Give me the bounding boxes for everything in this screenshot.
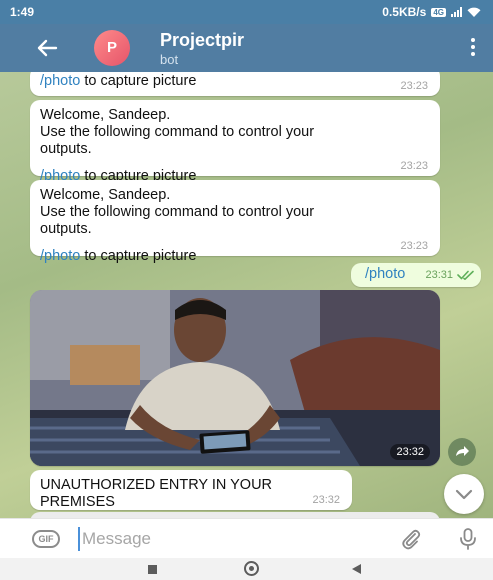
microphone-icon[interactable] [458,527,478,551]
message-input[interactable] [78,527,382,551]
more-options-icon[interactable] [471,38,475,58]
status-time: 1:49 [10,5,35,19]
message-body: Use the following command to control you… [40,124,315,140]
message-time: 23:23 [400,160,428,172]
share-icon[interactable] [448,438,476,466]
status-indicators: 0.5KB/s 4G [382,5,481,19]
message-body: outputs. [40,221,92,237]
photo-message-bubble[interactable]: 23:32 [30,290,440,466]
message-time: 23:23 [400,240,428,252]
status-bar: 1:49 0.5KB/s 4G [0,0,493,24]
message-time: 23:31 [425,269,453,281]
message-bubble[interactable]: UNAUTHORIZED ENTRY IN YOUR PREMISES 23:3… [30,470,352,510]
photo-time: 23:32 [390,444,430,460]
message-input-bar: GIF [0,518,493,559]
paperclip-icon[interactable] [400,528,422,550]
message-line: /photo to capture picture [40,73,430,90]
alert-text: PREMISES [40,494,115,510]
command-description: to capture picture [80,73,197,89]
bot-avatar[interactable]: P [94,30,130,66]
back-arrow-icon[interactable] [36,37,58,59]
home-icon[interactable] [244,561,259,576]
chevron-down-icon [455,489,473,500]
network-speed: 0.5KB/s [382,5,427,19]
gif-icon[interactable]: GIF [32,530,60,548]
captured-photo[interactable] [30,290,440,466]
message-greeting: Welcome, Sandeep. [40,107,171,123]
chat-title[interactable]: Projectpir [160,30,244,51]
alert-text: UNAUTHORIZED ENTRY IN YOUR [40,477,273,493]
photo-image [30,290,440,466]
message-time: 23:23 [400,80,428,92]
message-greeting: Welcome, Sandeep. [40,187,171,203]
chat-header: P Projectpir bot [0,24,493,72]
command-link[interactable]: /photo [40,73,80,89]
network-badge: 4G [431,7,446,17]
command-description: to capture picture [80,248,197,264]
message-bubble[interactable]: /photo to capture picture 23:23 [30,72,440,96]
outgoing-message-text: /photo [365,266,406,282]
scroll-down-button[interactable] [444,474,484,514]
recents-icon[interactable] [148,565,157,574]
system-nav-bar [0,558,493,580]
command-link[interactable]: /photo [40,248,80,264]
message-body: outputs. [40,141,92,157]
message-time: 23:32 [312,494,340,506]
message-body: Use the following command to control you… [40,204,315,220]
chat-subtitle: bot [160,52,179,67]
message-bubble[interactable]: Welcome, Sandeep. Use the following comm… [30,100,440,184]
wifi-icon [467,7,481,17]
message-bubble[interactable]: Welcome, Sandeep. Use the following comm… [30,180,440,264]
chat-messages[interactable]: /photo to capture picture 23:23 Welcome,… [0,72,493,518]
double-check-icon [457,270,474,280]
outgoing-message-bubble[interactable]: /photo 23:31 [351,263,481,287]
signal-icon [451,7,462,17]
nav-back-icon[interactable] [352,564,361,574]
